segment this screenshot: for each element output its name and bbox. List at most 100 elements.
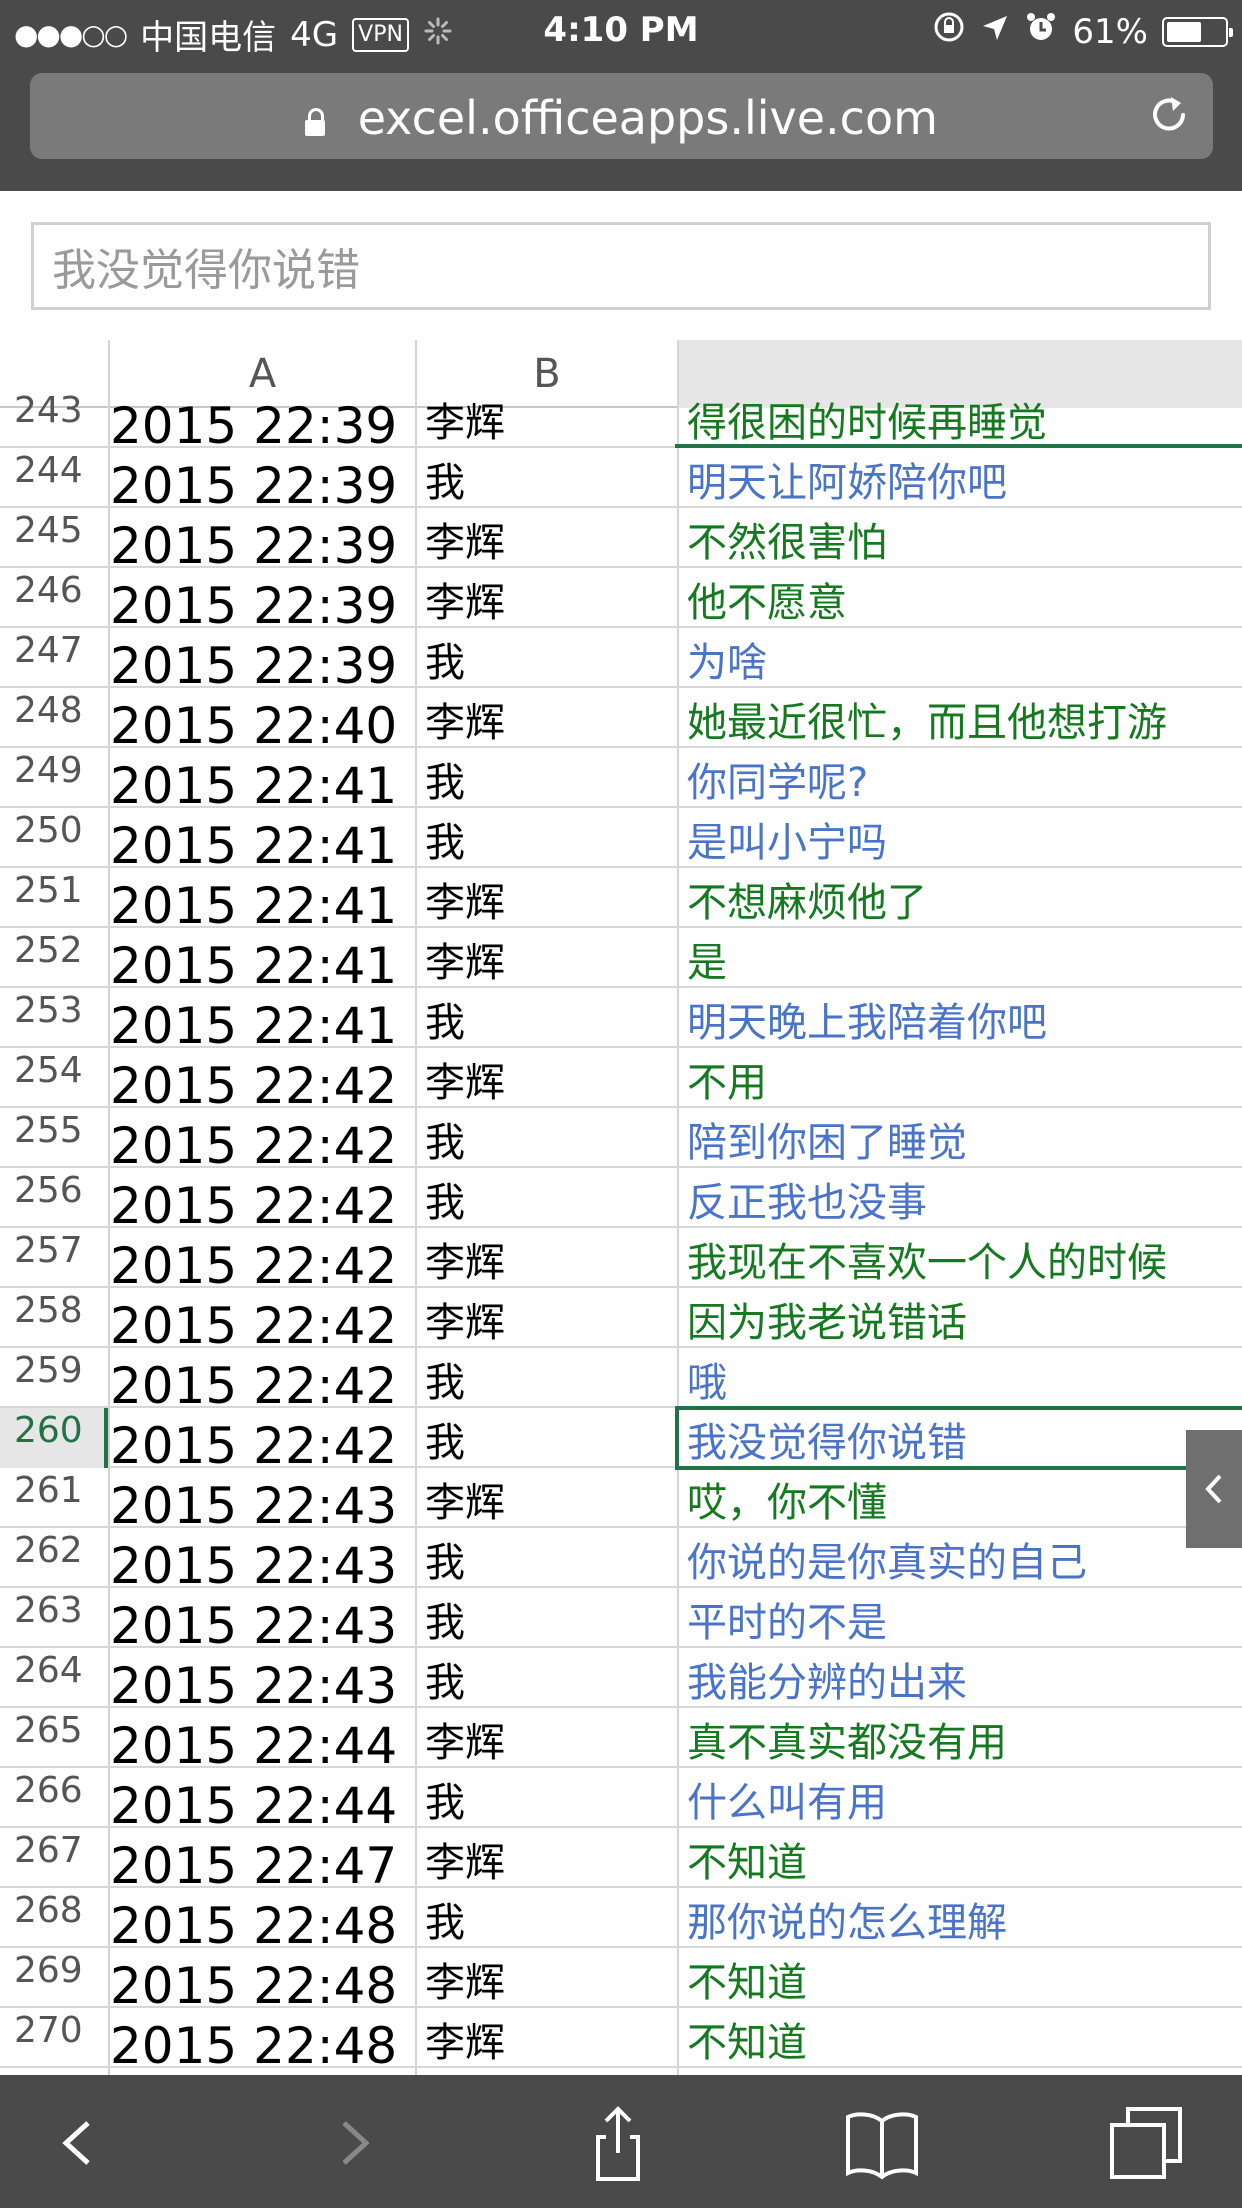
row-number[interactable]: 250 <box>0 808 108 868</box>
row-number[interactable]: 249 <box>0 748 108 808</box>
row-number[interactable]: 269 <box>0 1948 108 2008</box>
cell-timestamp[interactable]: 2015 22:39 <box>110 628 415 688</box>
cell-timestamp[interactable]: 2015 22:39 <box>110 568 415 628</box>
cell-sender[interactable]: 李辉 <box>415 1228 677 1288</box>
cell-sender[interactable]: 我 <box>415 1648 677 1708</box>
cell-timestamp[interactable]: 2015 22:42 <box>110 1288 415 1348</box>
formula-input[interactable] <box>34 225 1208 307</box>
cell-message[interactable]: 因为我老说错话 <box>677 1288 1242 1348</box>
row-number[interactable]: 257 <box>0 1228 108 1288</box>
forward-icon[interactable] <box>314 2103 394 2183</box>
cell-timestamp[interactable]: 2015 22:41 <box>110 868 415 928</box>
cell-message[interactable]: 不知道 <box>677 2008 1242 2068</box>
cell-sender[interactable]: 李辉 <box>415 508 677 568</box>
cell-sender[interactable]: 我 <box>415 448 677 508</box>
cell-message[interactable]: 我能分辨的出来 <box>677 1648 1242 1708</box>
cell-sender[interactable]: 李辉 <box>415 1828 677 1888</box>
cell-timestamp[interactable]: 2015 22:42 <box>110 1228 415 1288</box>
formula-bar[interactable] <box>31 222 1211 310</box>
cell-message[interactable]: 不想麻烦他了 <box>677 868 1242 928</box>
row-number[interactable]: 270 <box>0 2008 108 2068</box>
cell-sender[interactable]: 我 <box>415 1108 677 1168</box>
cell-message[interactable]: 不然很害怕 <box>677 508 1242 568</box>
reload-icon[interactable] <box>1147 93 1191 137</box>
cell-message[interactable]: 那你说的怎么理解 <box>677 1888 1242 1948</box>
share-icon[interactable] <box>578 2103 658 2183</box>
cell-sender[interactable]: 我 <box>415 808 677 868</box>
cell-timestamp[interactable]: 2015 22:48 <box>110 1888 415 1948</box>
row-number[interactable]: 266 <box>0 1768 108 1828</box>
cell-message[interactable]: 反正我也没事 <box>677 1168 1242 1228</box>
row-number[interactable]: 245 <box>0 508 108 568</box>
cell-sender[interactable]: 我 <box>415 1588 677 1648</box>
cell-timestamp[interactable]: 2015 22:39 <box>110 448 415 508</box>
row-number[interactable]: 246 <box>0 568 108 628</box>
cell-message[interactable]: 哎，你不懂 <box>677 1468 1242 1528</box>
cell-timestamp[interactable]: 2015 22:41 <box>110 748 415 808</box>
cell-timestamp[interactable]: 2015 22:42 <box>110 1408 415 1468</box>
cell-sender[interactable]: 李辉 <box>415 1468 677 1528</box>
row-number[interactable]: 256 <box>0 1168 108 1228</box>
cell-timestamp[interactable]: 2015 22:43 <box>110 1588 415 1648</box>
cell-timestamp[interactable]: 2015 22:47 <box>110 1828 415 1888</box>
cell-sender[interactable]: 李辉 <box>415 568 677 628</box>
cell-timestamp[interactable]: 2015 22:42 <box>110 1108 415 1168</box>
cell-timestamp[interactable]: 2015 22:39 <box>110 508 415 568</box>
cell-sender[interactable]: 李辉 <box>415 1288 677 1348</box>
cell-sender[interactable]: 李辉 <box>415 928 677 988</box>
cell-message[interactable]: 平时的不是 <box>677 1588 1242 1648</box>
cell-message[interactable]: 她最近很忙，而且他想打游 <box>677 688 1242 748</box>
row-number[interactable]: 244 <box>0 448 108 508</box>
spreadsheet-grid[interactable]: A B 243 2015 22:39 李辉 得很困的时候再睡觉 244 2015 22:3… <box>0 340 1242 2075</box>
cell-message[interactable]: 什么叫有用 <box>677 1768 1242 1828</box>
row-number[interactable]: 258 <box>0 1288 108 1348</box>
row-number[interactable]: 247 <box>0 628 108 688</box>
cell-sender[interactable]: 我 <box>415 1168 677 1228</box>
row-number[interactable]: 265 <box>0 1708 108 1768</box>
cell-sender[interactable]: 我 <box>415 748 677 808</box>
row-number[interactable]: 259 <box>0 1348 108 1408</box>
cell-timestamp[interactable]: 2015 22:43 <box>110 1648 415 1708</box>
cell-timestamp[interactable]: 2015 22:43 <box>110 1468 415 1528</box>
cell-timestamp[interactable]: 2015 22:42 <box>110 1348 415 1408</box>
tabs-icon[interactable] <box>1106 2103 1186 2183</box>
row-number[interactable]: 260 <box>0 1408 108 1468</box>
cell-sender[interactable]: 我 <box>415 1528 677 1588</box>
cell-timestamp[interactable]: 2015 22:40 <box>110 688 415 748</box>
bookmarks-icon[interactable] <box>842 2103 922 2183</box>
cell-message[interactable]: 我现在不喜欢一个人的时候 <box>677 1228 1242 1288</box>
cell-sender[interactable]: 我 <box>415 628 677 688</box>
cell-sender[interactable]: 我 <box>415 1348 677 1408</box>
side-panel-toggle[interactable] <box>1186 1430 1242 1548</box>
cell-message[interactable]: 不用 <box>677 1048 1242 1108</box>
cell-sender[interactable]: 我 <box>415 1888 677 1948</box>
cell-timestamp[interactable]: 2015 22:48 <box>110 2008 415 2068</box>
back-icon[interactable] <box>38 2103 118 2183</box>
cell-sender[interactable]: 我 <box>415 1408 677 1468</box>
address-bar[interactable]: excel.officeapps.live.com <box>30 73 1213 159</box>
cell-sender[interactable]: 李辉 <box>415 868 677 928</box>
cell-message[interactable]: 为啥 <box>677 628 1242 688</box>
cell-timestamp[interactable]: 2015 22:42 <box>110 1168 415 1228</box>
cell-sender[interactable]: 李辉 <box>415 2008 677 2068</box>
cell-sender[interactable]: 我 <box>415 1768 677 1828</box>
cell-message[interactable]: 真不真实都没有用 <box>677 1708 1242 1768</box>
cell-sender[interactable]: 李辉 <box>415 388 677 448</box>
row-number[interactable]: 253 <box>0 988 108 1048</box>
cell-timestamp[interactable]: 2015 22:43 <box>110 1528 415 1588</box>
row-number[interactable]: 261 <box>0 1468 108 1528</box>
row-number[interactable]: 268 <box>0 1888 108 1948</box>
cell-message[interactable]: 不知道 <box>677 1828 1242 1888</box>
row-number[interactable]: 263 <box>0 1588 108 1648</box>
row-number[interactable]: 248 <box>0 688 108 748</box>
row-number[interactable]: 262 <box>0 1528 108 1588</box>
row-number[interactable]: 252 <box>0 928 108 988</box>
cell-message[interactable]: 他不愿意 <box>677 568 1242 628</box>
cell-timestamp[interactable]: 2015 22:42 <box>110 1048 415 1108</box>
row-number[interactable]: 267 <box>0 1828 108 1888</box>
cell-message[interactable]: 明天让阿娇陪你吧 <box>677 448 1242 508</box>
row-number[interactable]: 254 <box>0 1048 108 1108</box>
cell-timestamp[interactable]: 2015 22:44 <box>110 1708 415 1768</box>
cell-message[interactable]: 不知道 <box>677 1948 1242 2008</box>
row-number[interactable]: 264 <box>0 1648 108 1708</box>
